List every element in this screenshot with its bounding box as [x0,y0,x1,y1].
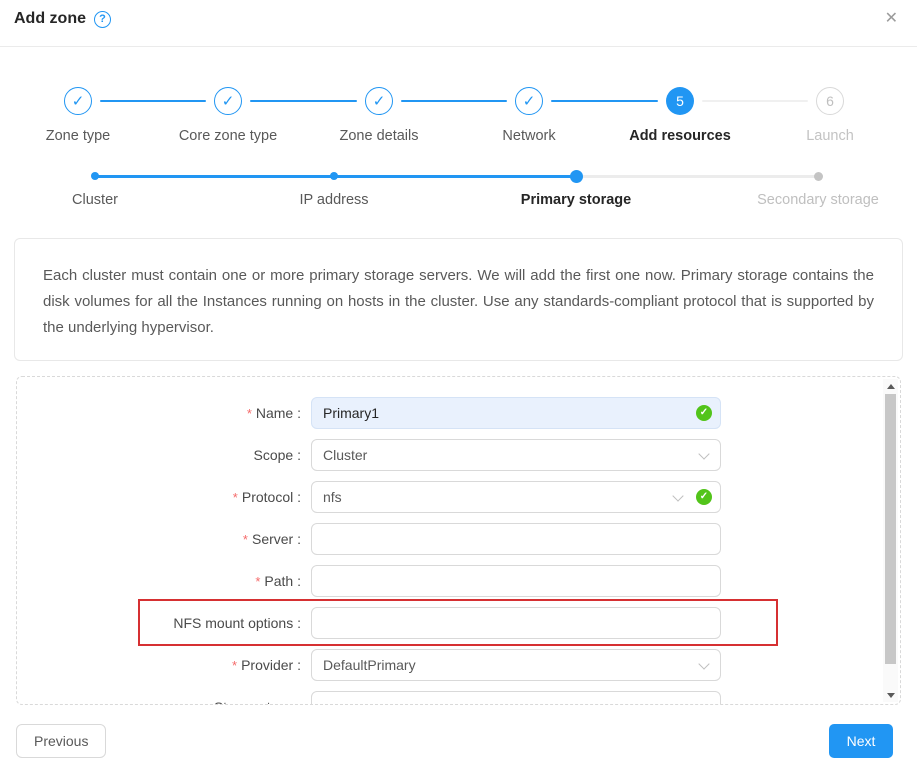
step-circle-zone-type: ✓ [64,87,92,115]
form-row-provider: * Provider : DefaultPrimary [17,649,757,681]
required-asterisk: * [233,490,238,505]
step-circle-zone-details: ✓ [365,87,393,115]
server-label: Server : [252,531,301,547]
step-circle-launch: 6 [816,87,844,115]
valid-check-icon: ✓ [696,489,712,505]
valid-check-icon: ✓ [696,405,712,421]
name-input[interactable] [311,397,721,429]
step-circle-network: ✓ [515,87,543,115]
substep-label-secondary-storage: Secondary storage [757,192,879,208]
scroll-up-arrow-icon[interactable] [883,379,898,393]
substep-label-ip-address: IP address [299,192,368,208]
info-card: Each cluster must contain one or more pr… [14,238,903,361]
form-row-server: * Server : [17,523,757,555]
provider-select[interactable]: DefaultPrimary [311,649,721,681]
primary-storage-form: * Name : ✓ Scope : Cluster * Protocol : nf… [16,376,901,705]
scope-label: Scope : [254,447,301,463]
check-icon: ✓ [222,92,235,110]
next-button[interactable]: Next [829,724,893,758]
substep-dot-secondary-storage [814,172,823,181]
scroll-down-arrow-icon[interactable] [883,688,898,702]
required-asterisk: * [243,532,248,547]
scope-select[interactable]: Cluster [311,439,721,471]
server-input[interactable] [311,523,721,555]
provider-label: Provider : [241,657,301,673]
step-label-core-zone-type: Core zone type [179,128,277,144]
step-connector [702,100,808,102]
protocol-select[interactable]: nfs [311,481,721,513]
required-asterisk: * [247,406,252,421]
dialog-header: Add zone ? ✕ [0,0,917,47]
form-row-path: * Path : [17,565,757,597]
form-row-name: * Name : ✓ [17,397,757,429]
scrollbar-thumb[interactable] [885,394,896,664]
substep-label-primary-storage: Primary storage [521,192,631,208]
check-icon: ✓ [72,92,85,110]
substep-dot-primary-storage [570,170,583,183]
step-connector [551,100,658,102]
wizard-stepper: ✓ ✓ ✓ ✓ 5 6 Zone type Core zone type Zon… [0,87,917,147]
previous-button[interactable]: Previous [16,724,106,758]
step-number: 5 [676,93,684,109]
substep-connector [95,175,334,178]
step-label-zone-type: Zone type [46,128,111,144]
substep-connector [576,175,818,178]
form-row-protocol: * Protocol : nfs ✓ [17,481,757,513]
required-asterisk: * [255,574,260,589]
substep-connector [334,175,576,178]
storage-tags-label: Storage tags : [214,699,301,705]
scope-select-value: Cluster [323,447,367,463]
substep-label-cluster: Cluster [72,192,118,208]
dialog-title: Add zone [14,10,86,28]
step-circle-add-resources: 5 [666,87,694,115]
step-connector [401,100,507,102]
nfs-mount-options-label: NFS mount options : [173,615,301,631]
nfs-mount-options-input[interactable] [311,607,721,639]
provider-select-value: DefaultPrimary [323,657,416,673]
step-label-network: Network [502,128,555,144]
check-icon: ✓ [373,92,386,110]
protocol-select-value: nfs [323,489,342,505]
step-circle-core-zone-type: ✓ [214,87,242,115]
step-label-launch: Launch [806,128,854,144]
substep-dot-cluster [91,172,99,180]
storage-tags-input[interactable] [311,691,721,705]
substep-dot-ip-address [330,172,338,180]
form-row-storage-tags: Storage tags : [17,691,757,705]
form-row-scope: Scope : Cluster [17,439,757,471]
path-input[interactable] [311,565,721,597]
step-number: 6 [826,93,834,109]
resource-substepper: Cluster IP address Primary storage Secon… [0,168,917,216]
info-text: Each cluster must contain one or more pr… [43,267,874,336]
step-label-zone-details: Zone details [340,128,419,144]
help-icon[interactable]: ? [94,11,111,28]
step-connector [100,100,206,102]
required-asterisk: * [232,658,237,673]
path-label: Path : [264,573,301,589]
protocol-label: Protocol : [242,489,301,505]
name-label: Name : [256,405,301,421]
check-icon: ✓ [523,92,536,110]
step-connector [250,100,357,102]
step-label-add-resources: Add resources [629,128,731,144]
form-scrollbar[interactable] [883,379,898,702]
form-row-nfs-mount-options: NFS mount options : [17,607,757,639]
close-icon[interactable]: ✕ [885,11,898,27]
